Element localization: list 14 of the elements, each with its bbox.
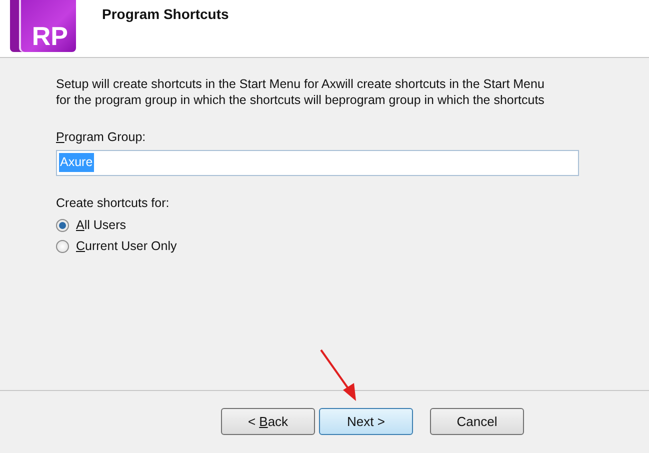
description-text: for the program group in which the shortcuts will beprogram group in which the shortcuts (56, 92, 546, 108)
radio-label[interactable]: Current User Only (76, 236, 177, 256)
arrow-annotation (320, 349, 356, 401)
radio-label[interactable]: All Users (76, 216, 126, 234)
field-label: Program Group: (56, 129, 147, 146)
app-logo: RP (10, 0, 76, 52)
cancel-button[interactable]: Cancel (430, 408, 524, 435)
radio-button[interactable] (56, 218, 69, 232)
group-label: Create shortcuts for: (56, 194, 170, 212)
page-title: Program Shortcuts (102, 5, 229, 24)
radio-button[interactable] (56, 240, 69, 252)
back-button[interactable]: < Back (221, 408, 315, 435)
description-text: Setup will create shortcuts in the Start Menu for Axwill create shortcuts in the Start Menu (56, 76, 546, 92)
next-button[interactable]: Next > (319, 408, 413, 435)
